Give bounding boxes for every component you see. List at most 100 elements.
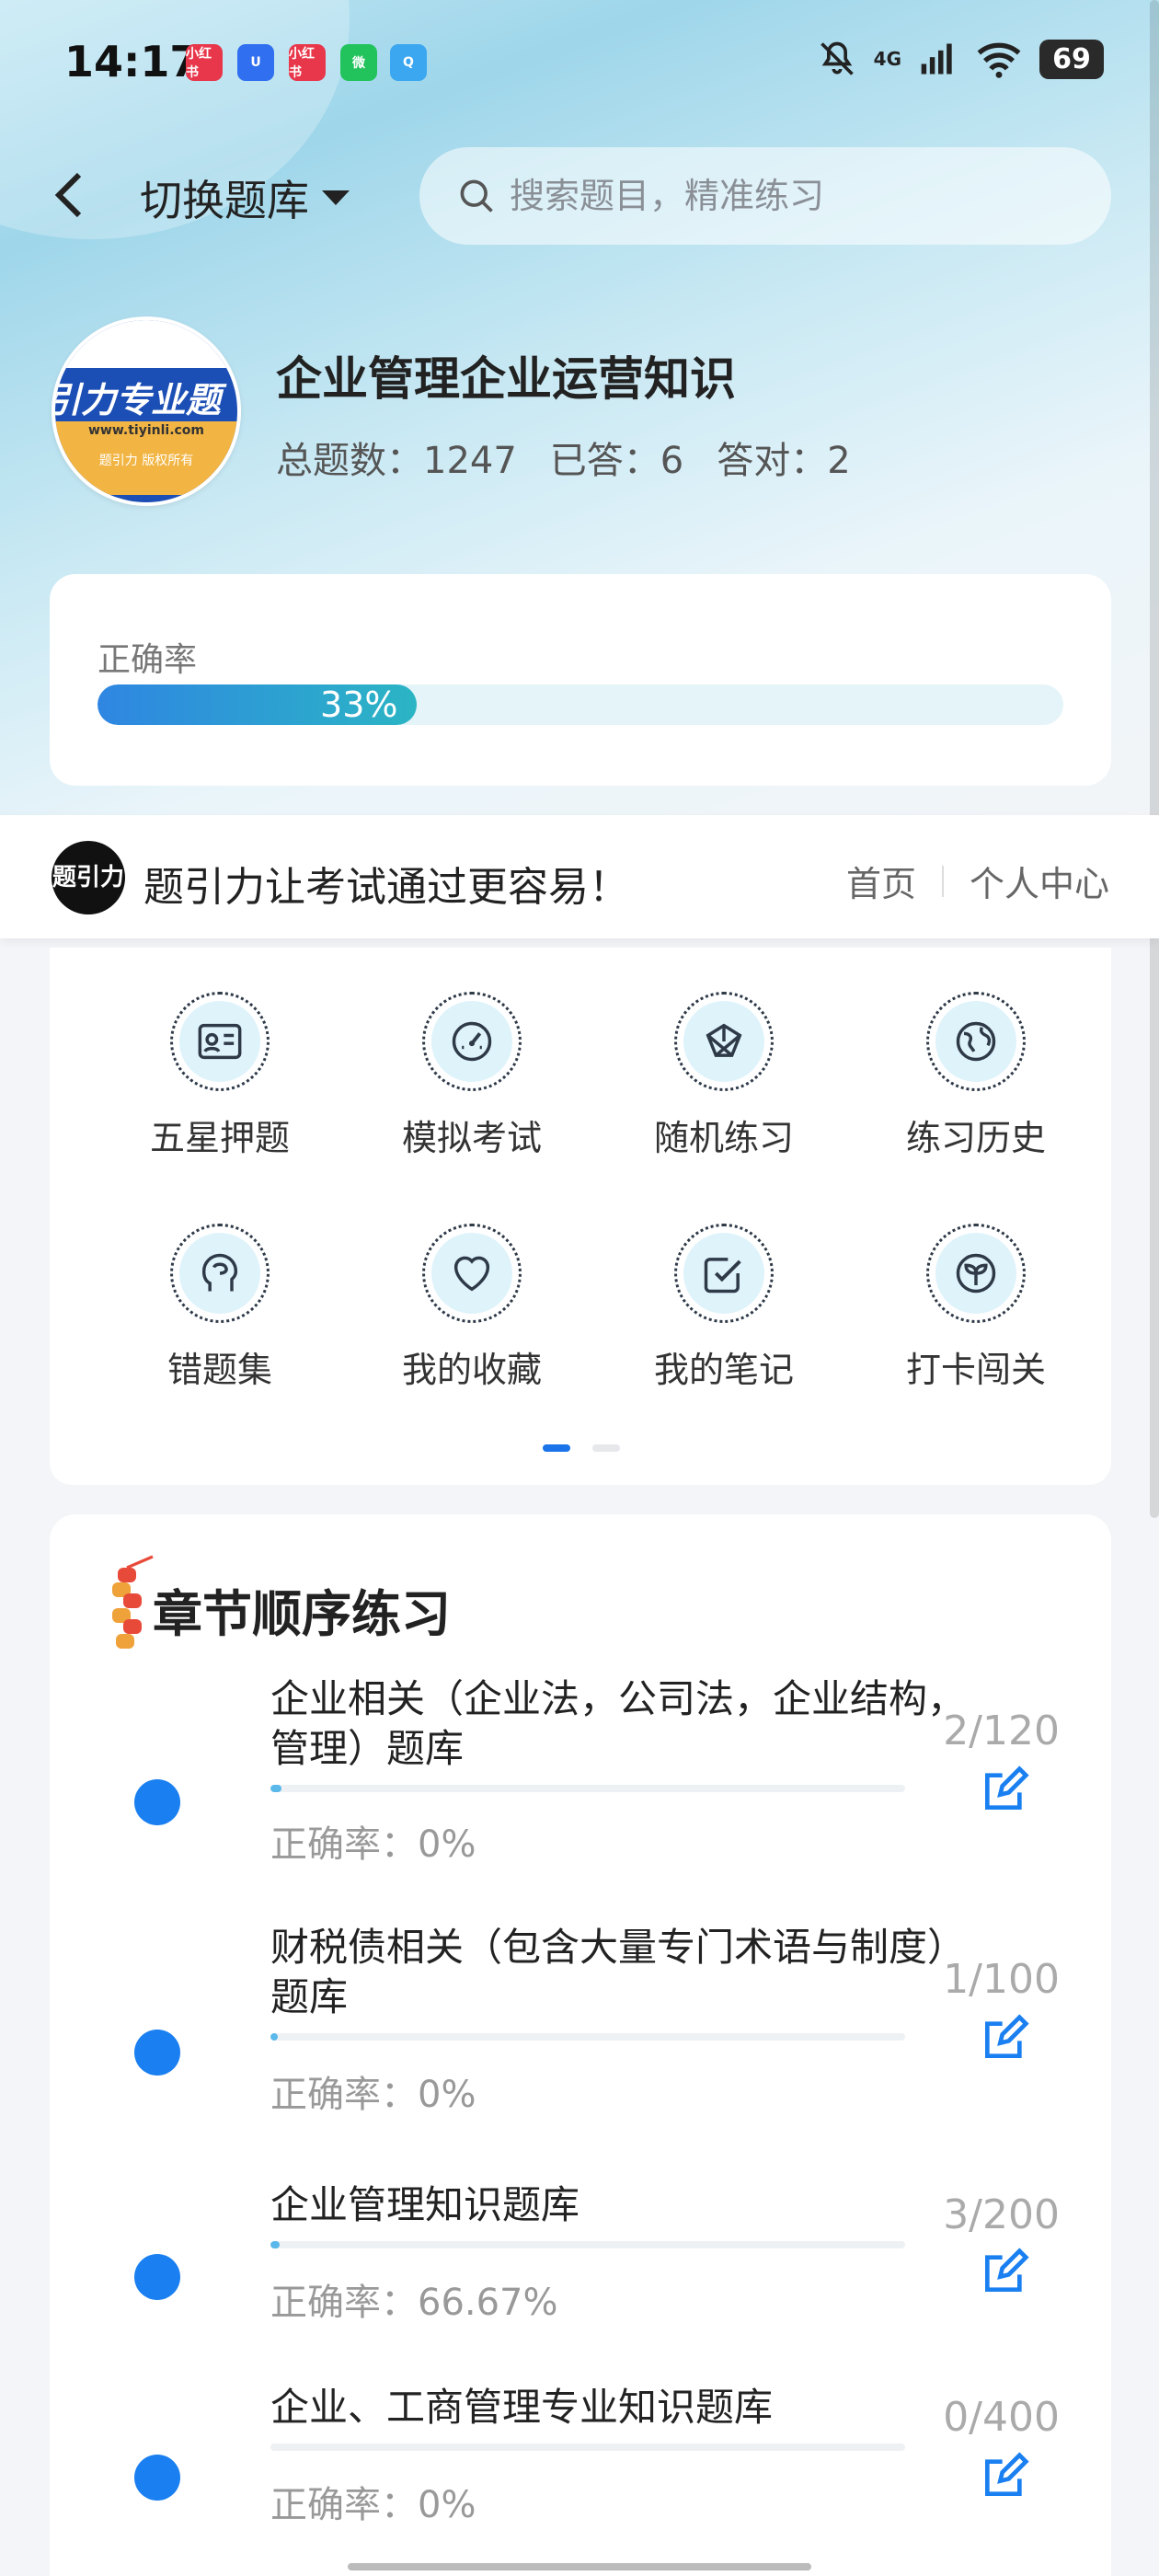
chapter-progress-bar	[270, 2033, 905, 2041]
page-dot-active[interactable]	[543, 1444, 570, 1452]
nav-home-link[interactable]: 首页	[846, 856, 916, 906]
xiaohongshu-notification-icon: 小红书	[186, 44, 223, 81]
chapter-progress-bar	[270, 2241, 905, 2248]
chapter-accuracy: 正确率：0%	[270, 1823, 476, 1866]
grid-item-practice-history[interactable]: 练习历史	[861, 992, 1091, 1160]
chevron-left-icon	[54, 172, 82, 218]
status-time: 14:17	[64, 37, 200, 86]
chapter-progress-bar	[270, 2444, 905, 2451]
accuracy-card: 正确率 33%	[50, 574, 1111, 786]
grid-label: 五星押题	[149, 1118, 290, 1158]
page-dot[interactable]	[592, 1444, 620, 1452]
chapter-progress-fill	[270, 2241, 281, 2248]
chapter-bullet	[134, 2455, 180, 2501]
nav-profile-link[interactable]: 个人中心	[970, 856, 1109, 906]
chapter-title[interactable]: 企业管理知识题库	[270, 2180, 970, 2230]
grid-label: 打卡闯关	[905, 1350, 1046, 1390]
network-icon	[706, 1023, 742, 1057]
wechat-notification-icon: 微	[340, 44, 377, 81]
firecracker-icon	[112, 1555, 154, 1649]
chapter-accuracy: 正确率：0%	[270, 2074, 476, 2116]
grid-label: 错题集	[166, 1350, 272, 1390]
sprout-icon	[956, 1253, 996, 1294]
chapter-count: 1/100	[943, 1956, 1060, 2003]
grid-label: 练习历史	[905, 1118, 1046, 1158]
chapter-bullet	[134, 2254, 180, 2300]
back-button[interactable]	[52, 166, 92, 224]
chapter-practice-card: 章节顺序练习 企业相关（企业法，公司法，企业结构，管理）题库 正确率：0% 2/…	[50, 1514, 1111, 2576]
chapter-title[interactable]: 企业、工商管理专业知识题库	[270, 2383, 970, 2432]
chapter-accuracy: 正确率：0%	[270, 2484, 476, 2526]
chapter-count: 2/120	[943, 1708, 1060, 1754]
switch-bank-label: 切换题库	[140, 176, 309, 225]
bank-logo: 引力专业题 www.tiyinli.com 题引力 版权所有	[52, 316, 241, 506]
chapter-count: 0/400	[943, 2394, 1060, 2441]
signal-icon	[921, 43, 952, 75]
edit-icon[interactable]	[979, 1765, 1030, 1816]
bank-title: 企业管理企业运营知识	[276, 352, 736, 406]
logo-title: 引力专业题	[52, 380, 222, 420]
grid-item-mock-exam[interactable]: 模拟考试	[357, 992, 587, 1160]
feature-grid: 五星押题 模拟考试 随机练习 练习历史 错题集 我的收藏 我的笔记 打卡闯关	[50, 948, 1111, 1485]
answered-count: 已答：6	[549, 440, 684, 482]
chapter-progress-bar	[270, 1785, 905, 1792]
head-icon	[201, 1253, 238, 1292]
checkbox-icon	[704, 1258, 741, 1294]
chapter-progress-fill	[270, 2033, 279, 2041]
message-notification-icon: Q	[390, 44, 427, 81]
grid-label: 模拟考试	[401, 1118, 542, 1158]
bank-stats: 总题数：1247 已答：6 答对：2	[276, 431, 851, 484]
chapter-section-title: 章节顺序练习	[153, 1585, 451, 1643]
grid-item-notes[interactable]: 我的笔记	[609, 1224, 839, 1392]
heart-icon	[453, 1256, 490, 1292]
brand-nav: 首页 个人中心	[846, 856, 1109, 906]
grid-item-five-star[interactable]: 五星押题	[105, 992, 335, 1160]
chapter-title[interactable]: 企业相关（企业法，公司法，企业结构，管理）题库	[270, 1674, 970, 1774]
status-bar: 14:17 小红书 U 小红书 微 Q 4G 69	[0, 0, 1159, 120]
grid-label: 我的收藏	[401, 1350, 542, 1390]
mute-bell-icon	[820, 41, 854, 75]
logo-copyright: 题引力 版权所有	[98, 454, 194, 468]
home-indicator[interactable]	[348, 2563, 811, 2570]
grid-item-random-practice[interactable]: 随机练习	[609, 992, 839, 1160]
battery-level: 69	[1039, 39, 1104, 79]
app-notification-icon: U	[237, 44, 274, 81]
chapter-bullet	[134, 1779, 180, 1825]
page-indicator	[543, 1444, 620, 1452]
grid-label: 我的笔记	[653, 1350, 794, 1390]
wifi-icon	[977, 42, 1021, 78]
id-card-icon	[198, 1023, 242, 1060]
nav-divider	[941, 865, 944, 897]
search-input[interactable]	[510, 176, 1098, 216]
edit-icon[interactable]	[979, 2451, 1030, 2502]
accuracy-percent: 33%	[320, 684, 398, 725]
brand-slogan: 题引力让考试通过更容易！	[143, 864, 629, 911]
chapter-accuracy: 正确率：66.67%	[270, 2282, 558, 2324]
chapter-title[interactable]: 财税债相关（包含大量专门术语与制度）题库	[270, 1923, 970, 2022]
grid-item-favorites[interactable]: 我的收藏	[357, 1224, 587, 1392]
xiaohongshu-notification-icon: 小红书	[289, 44, 326, 81]
chapter-count: 3/200	[943, 2191, 1060, 2238]
search-bar[interactable]	[419, 147, 1111, 245]
brand-bar: 题引力 题引力让考试通过更容易！ 首页 个人中心	[0, 815, 1159, 938]
edit-icon[interactable]	[979, 2247, 1030, 2298]
scrollbar[interactable]	[1150, 0, 1159, 1518]
logo-url: www.tiyinli.com	[87, 423, 205, 438]
accuracy-label: 正确率	[98, 641, 198, 679]
accuracy-progress-bar: 33%	[98, 684, 1063, 725]
grid-item-wrong-questions[interactable]: 错题集	[105, 1224, 335, 1392]
correct-count: 答对：2	[717, 440, 851, 482]
total-questions: 总题数：1247	[276, 440, 517, 482]
network-type: 4G	[873, 48, 901, 70]
edit-icon[interactable]	[979, 2013, 1030, 2064]
globe-icon	[956, 1021, 996, 1062]
grid-item-check-in[interactable]: 打卡闯关	[861, 1224, 1091, 1392]
chapter-bullet	[134, 2030, 180, 2076]
chapter-progress-fill	[270, 1785, 281, 1792]
gauge-icon	[452, 1021, 492, 1062]
brand-logo: 题引力	[52, 841, 125, 914]
caret-down-icon	[322, 190, 350, 205]
switch-bank-dropdown[interactable]: 切换题库	[140, 167, 351, 228]
search-icon	[460, 179, 493, 213]
grid-label: 随机练习	[653, 1118, 794, 1158]
